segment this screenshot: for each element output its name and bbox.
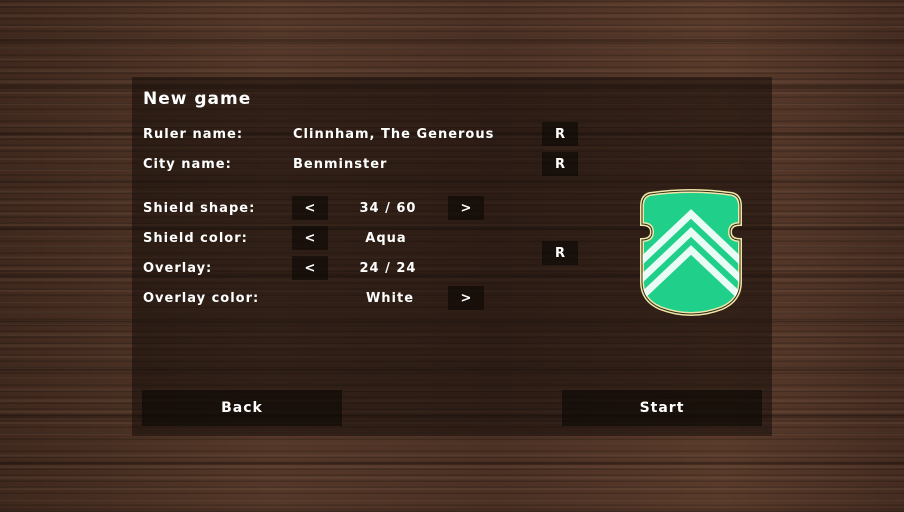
- shield-chevron-icon: [640, 189, 742, 316]
- overlay-prev-button[interactable]: <: [292, 256, 328, 280]
- shield-shape-value: 34 / 60: [359, 201, 417, 216]
- city-name-value[interactable]: Benminster: [293, 157, 387, 172]
- overlay-color-next-button[interactable]: >: [448, 286, 484, 310]
- overlay-color-label: Overlay color:: [143, 291, 260, 306]
- overlay-label: Overlay:: [143, 261, 213, 276]
- back-button[interactable]: Back: [142, 390, 342, 426]
- new-game-panel: New game Ruler name: Clinnham, The Gener…: [132, 77, 772, 436]
- shield-color-value: Aqua: [365, 231, 407, 246]
- city-name-label: City name:: [143, 157, 232, 172]
- shield-shape-label: Shield shape:: [143, 201, 256, 216]
- start-button[interactable]: Start: [562, 390, 762, 426]
- dialog-title: New game: [143, 89, 252, 109]
- ruler-name-label: Ruler name:: [143, 127, 244, 142]
- random-city-button[interactable]: R: [542, 152, 578, 176]
- shield-shape-next-button[interactable]: >: [448, 196, 484, 220]
- random-shield-button[interactable]: R: [542, 241, 578, 265]
- overlay-color-value: White: [365, 291, 415, 306]
- shield-shape-prev-button[interactable]: <: [292, 196, 328, 220]
- shield-color-label: Shield color:: [143, 231, 248, 246]
- ruler-name-value[interactable]: Clinnham, The Generous: [293, 127, 494, 142]
- overlay-value: 24 / 24: [359, 261, 417, 276]
- random-ruler-button[interactable]: R: [542, 122, 578, 146]
- shield-color-prev-button[interactable]: <: [292, 226, 328, 250]
